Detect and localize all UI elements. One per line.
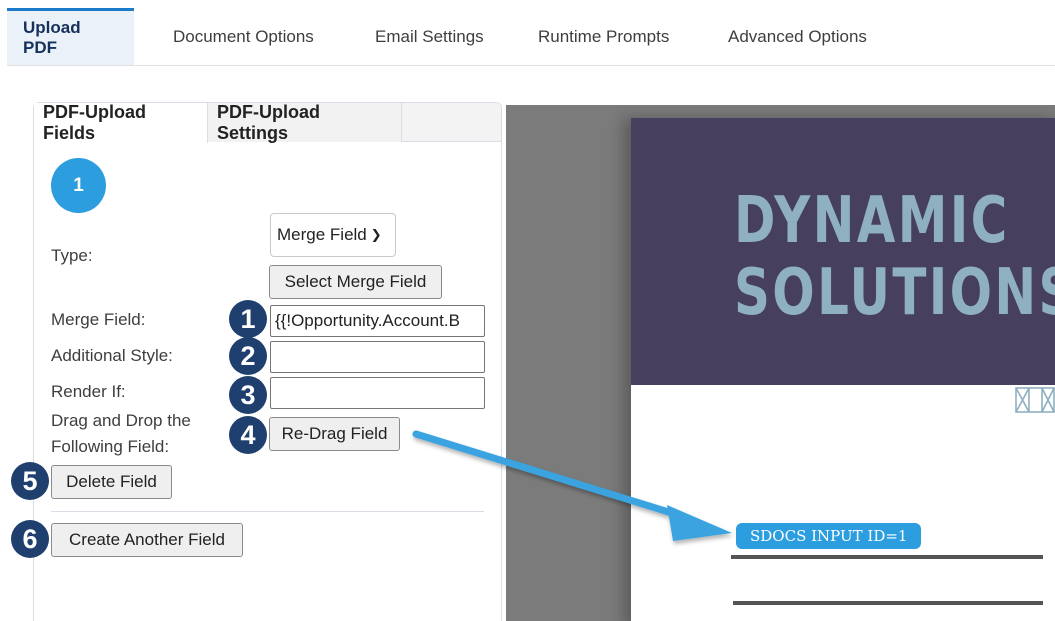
callout-badge-3: 3 (229, 376, 267, 414)
type-label: Type: (51, 246, 93, 265)
render-if-label: Render If: (51, 382, 126, 401)
tab-pdf-upload-settings[interactable]: PDF-Upload Settings (208, 102, 402, 143)
select-merge-field-button[interactable]: Select Merge Field (269, 265, 442, 299)
signature-line-1 (731, 555, 1043, 559)
drag-drop-label-line1: Drag and Drop the (51, 411, 191, 430)
additional-style-label: Additional Style: (51, 346, 173, 365)
brand-line-2: SOLUTIONS (734, 256, 1055, 330)
pdf-upload-panel: PDF-Upload Fields PDF-Upload Settings 1 … (33, 102, 502, 621)
tab-pdf-upload-fields[interactable]: PDF-Upload Fields (34, 102, 208, 143)
pdf-page[interactable]: DYNAMIC SOLUTIONS SDOCS INPUT ID=1 (631, 118, 1055, 621)
tab-advanced-options[interactable]: Advanced Options (728, 8, 867, 65)
brand-line-1: DYNAMIC (734, 184, 1010, 258)
drag-drop-label-line2: Following Field: (51, 437, 170, 456)
chevron-down-icon: ❯ (370, 227, 382, 242)
callout-badge-1: 1 (229, 300, 267, 338)
tab-email-settings[interactable]: Email Settings (375, 8, 484, 65)
create-another-field-button[interactable]: Create Another Field (51, 523, 243, 557)
structure-logo-icon (1015, 387, 1055, 413)
callout-badge-4: 4 (229, 416, 267, 454)
re-drag-field-button[interactable]: Re-Drag Field (269, 417, 400, 451)
additional-style-input[interactable] (270, 341, 485, 373)
top-tab-bar: Upload PDF Document Options Email Settin… (7, 0, 1055, 66)
delete-field-button[interactable]: Delete Field (51, 465, 172, 499)
tab-upload-pdf[interactable]: Upload PDF (7, 8, 134, 65)
callout-badge-5: 5 (11, 462, 49, 500)
callout-badge-6: 6 (11, 520, 49, 558)
tab-document-options[interactable]: Document Options (173, 8, 314, 65)
panel-tab-bar: PDF-Upload Fields PDF-Upload Settings (34, 102, 501, 143)
merge-field-input[interactable]: {{!Opportunity.Account.B (270, 305, 485, 337)
tab-runtime-prompts[interactable]: Runtime Prompts (538, 8, 669, 65)
sdocs-input-field-tag[interactable]: SDOCS INPUT ID=1 (736, 523, 922, 549)
type-select-value: Merge Field (277, 225, 367, 244)
signature-line-2 (733, 601, 1043, 605)
pdf-preview-pane[interactable]: DYNAMIC SOLUTIONS SDOCS INPUT ID=1 (506, 105, 1055, 621)
step-number-badge: 1 (51, 158, 106, 213)
render-if-input[interactable] (270, 377, 485, 409)
panel-divider (51, 511, 484, 512)
merge-field-label: Merge Field: (51, 310, 146, 329)
page-banner: DYNAMIC SOLUTIONS (631, 118, 1055, 385)
type-select[interactable]: Merge Field ❯ (270, 213, 396, 257)
callout-badge-2: 2 (229, 337, 267, 375)
